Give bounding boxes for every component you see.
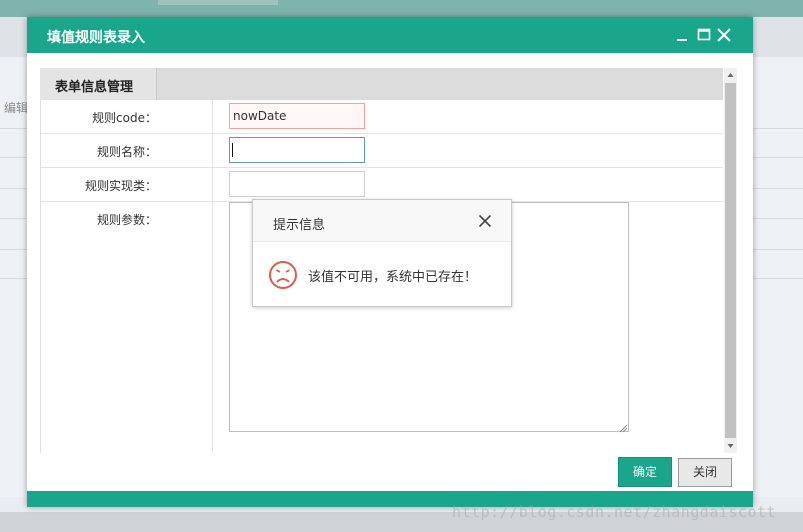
tab-label: 表单信息管理 [55, 80, 134, 95]
rule-name-input[interactable] [229, 137, 365, 163]
form-row-rule-code: 规则code： [41, 100, 723, 134]
tab-form-info[interactable]: 表单信息管理 [40, 68, 157, 100]
background-tab-highlight [158, 0, 278, 5]
message-header[interactable]: 提示信息 [253, 200, 511, 242]
tab-strip: 表单信息管理 [40, 68, 723, 100]
maximize-icon[interactable] [695, 26, 713, 44]
label-cell: 规则名称： [41, 134, 213, 167]
message-title: 提示信息 [273, 218, 326, 233]
sad-face-icon [268, 260, 298, 290]
rule-code-input[interactable] [229, 103, 365, 129]
label-cell: 规则实现类： [41, 168, 213, 201]
dialog-title: 填值规则表录入 [47, 30, 145, 46]
close-button[interactable]: 关闭 [678, 458, 732, 487]
scroll-down-icon[interactable] [724, 439, 737, 453]
form-row-rule-class: 规则实现类： [41, 168, 723, 202]
label-cell: 规则code： [41, 100, 213, 133]
message-text: 该值不可用，系统中已存在！ [308, 270, 478, 285]
dialog-header[interactable]: 填值规则表录入 [27, 17, 753, 53]
vertical-scrollbar[interactable] [724, 68, 737, 453]
minimize-icon[interactable] [673, 26, 691, 44]
close-icon[interactable] [478, 214, 492, 228]
background-edit-button[interactable]: 编辑 [4, 99, 28, 116]
scroll-up-icon[interactable] [724, 68, 737, 82]
message-popup: 提示信息 该值不可用，系统中已存在！ [252, 199, 512, 307]
rule-class-input[interactable] [229, 171, 365, 197]
close-icon[interactable] [715, 26, 733, 44]
rule-class-label: 规则实现类： [84, 179, 157, 193]
rule-code-label: 规则code： [92, 111, 157, 125]
watermark: http://blog.csdn.net/zhangdaiscott [452, 503, 777, 521]
text-caret [232, 143, 233, 157]
scroll-thumb[interactable] [725, 83, 736, 438]
rule-name-label: 规则名称： [96, 145, 157, 159]
form-row-rule-name: 规则名称： [41, 134, 723, 168]
confirm-button[interactable]: 确定 [618, 457, 672, 487]
label-cell: 规则参数： [41, 202, 213, 453]
resize-grip-icon[interactable] [619, 422, 628, 433]
background-top-bar [0, 0, 803, 17]
rule-params-label: 规则参数： [96, 213, 157, 227]
